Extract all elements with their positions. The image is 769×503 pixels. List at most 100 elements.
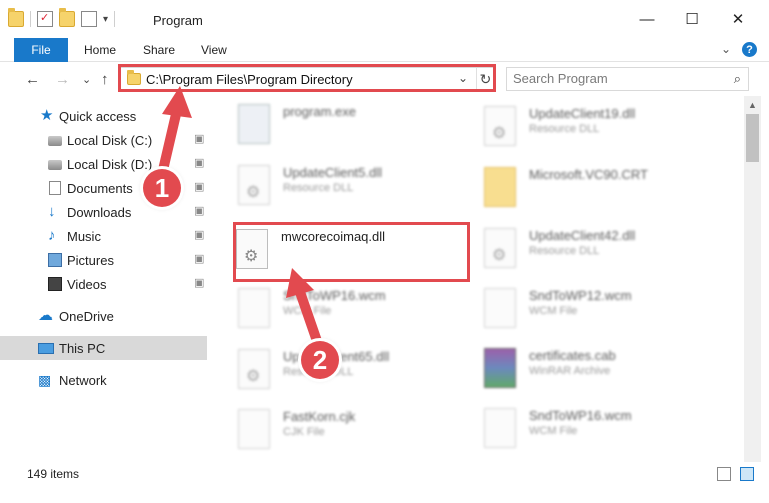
- sidebar-item-label: Documents: [67, 181, 133, 196]
- file-type: Resource DLL: [283, 182, 354, 194]
- forward-button[interactable]: →: [55, 71, 70, 88]
- list-item[interactable]: certificates.cab WinRAR Archive: [484, 342, 724, 400]
- pin-icon[interactable]: ▣: [194, 252, 204, 265]
- list-item[interactable]: SndToWP16.wcm WCM File: [238, 282, 478, 340]
- minimize-button[interactable]: —: [624, 0, 670, 38]
- details-view-icon[interactable]: [717, 467, 731, 481]
- tab-view[interactable]: View: [201, 43, 227, 57]
- tab-home[interactable]: Home: [84, 43, 116, 57]
- list-item[interactable]: UpdateClient65.dll Resource DLL: [238, 343, 478, 401]
- list-item[interactable]: Microsoft.VC90.CRT: [484, 161, 724, 219]
- file-type: Resource DLL: [529, 245, 600, 257]
- sidebar-item-label: Network: [59, 373, 107, 388]
- folder-icon: [484, 167, 516, 207]
- pin-icon[interactable]: ▣: [194, 204, 204, 217]
- status-bar: 149 items: [0, 462, 769, 486]
- search-input[interactable]: [513, 71, 713, 86]
- winrar-archive-icon: [484, 348, 516, 388]
- file-type: WCM File: [529, 305, 578, 317]
- list-item[interactable]: UpdateClient42.dll Resource DLL: [484, 222, 724, 280]
- generic-file-icon: [484, 288, 516, 328]
- generic-file-icon: [484, 408, 516, 448]
- list-item[interactable]: UpdateClient5.dll Resource DLL: [238, 159, 478, 217]
- videos-icon: [48, 277, 62, 291]
- dll-icon: [238, 349, 270, 389]
- item-count: 149 items: [27, 467, 80, 481]
- help-icon[interactable]: ?: [742, 42, 757, 57]
- file-name: Microsoft.VC90.CRT: [529, 167, 648, 182]
- network-icon: ▩: [38, 372, 52, 388]
- pin-icon[interactable]: ▣: [194, 276, 204, 289]
- documents-icon: [49, 181, 61, 195]
- tab-file[interactable]: File: [14, 38, 68, 62]
- scroll-thumb[interactable]: [746, 114, 759, 162]
- expand-ribbon-icon[interactable]: ⌄: [721, 42, 731, 56]
- up-button[interactable]: ↑: [101, 71, 109, 88]
- sidebar-item-videos[interactable]: Videos ▣: [0, 272, 207, 296]
- tab-share[interactable]: Share: [143, 43, 175, 57]
- list-item[interactable]: program.exe: [238, 98, 478, 156]
- address-bar-highlight: [118, 64, 496, 92]
- close-button[interactable]: ✕: [715, 0, 761, 38]
- sidebar-item-quick-access[interactable]: ★ Quick access: [0, 104, 207, 128]
- sidebar-item-label: Music: [67, 229, 101, 244]
- pin-icon[interactable]: ▣: [194, 180, 204, 193]
- folder-icon[interactable]: [8, 8, 24, 27]
- generic-file-icon: [238, 288, 270, 328]
- downloads-icon: ↓: [48, 203, 56, 220]
- list-item[interactable]: UpdateClient19.dll Resource DLL: [484, 100, 724, 158]
- sidebar-item-downloads[interactable]: ↓ Downloads ▣: [0, 200, 207, 224]
- dll-icon: [484, 106, 516, 146]
- sidebar-item-local-disk-c[interactable]: Local Disk (C:) ▣: [0, 128, 207, 152]
- sidebar-item-local-disk-d[interactable]: Local Disk (D:) ▣: [0, 152, 207, 176]
- sidebar-item-pictures[interactable]: Pictures ▣: [0, 248, 207, 272]
- large-icons-view-icon[interactable]: [740, 467, 754, 481]
- file-highlight: [233, 222, 470, 282]
- file-type: WCM File: [283, 305, 332, 317]
- pin-icon[interactable]: ▣: [194, 228, 204, 241]
- exe-icon: [238, 104, 270, 144]
- sidebar-item-label: Quick access: [59, 109, 137, 124]
- this-pc-icon: [38, 343, 54, 354]
- pin-icon[interactable]: ▣: [194, 132, 204, 145]
- disk-icon: [48, 160, 62, 170]
- file-type: WinRAR Archive: [529, 365, 611, 377]
- title-bar: ▾ Program — ☐ ✕: [0, 0, 769, 38]
- ribbon-tabs: File Home Share View ⌄ ?: [0, 38, 769, 62]
- file-name: SndToWP16.wcm: [529, 408, 632, 423]
- sidebar-item-this-pc[interactable]: This PC: [0, 336, 207, 360]
- pin-icon[interactable]: ▣: [194, 156, 204, 169]
- file-name: SndToWP16.wcm: [283, 288, 386, 303]
- back-button[interactable]: ←: [25, 71, 40, 88]
- vertical-scrollbar[interactable]: ▲: [744, 96, 761, 462]
- recent-locations-button[interactable]: ⌄: [82, 73, 91, 86]
- list-item[interactable]: SndToWP12.wcm WCM File: [484, 282, 724, 340]
- dll-icon: [484, 228, 516, 268]
- sidebar-item-label: OneDrive: [59, 309, 114, 324]
- sidebar-item-onedrive[interactable]: ☁ OneDrive: [0, 304, 207, 328]
- properties-icon[interactable]: [37, 11, 53, 27]
- list-item[interactable]: FastKorn.cjk CJK File: [238, 403, 478, 461]
- file-name: UpdateClient42.dll: [529, 228, 636, 243]
- sidebar-item-label: This PC: [59, 341, 106, 356]
- sidebar-item-music[interactable]: ♪ Music ▣: [0, 224, 207, 248]
- sidebar-item-network[interactable]: ▩ Network: [0, 368, 207, 392]
- music-icon: ♪: [48, 227, 56, 244]
- scroll-up-icon[interactable]: ▲: [744, 96, 761, 113]
- list-item[interactable]: SndToWP16.wcm WCM File: [484, 402, 724, 460]
- onedrive-icon: ☁: [38, 307, 53, 324]
- qat-dropdown-icon[interactable]: ▾: [103, 14, 108, 25]
- pictures-icon: [48, 253, 62, 267]
- toolbar-divider: [114, 11, 116, 27]
- search-icon[interactable]: ⌕: [734, 71, 741, 87]
- search-box[interactable]: ⌕: [506, 67, 749, 91]
- customize-icon[interactable]: [81, 11, 97, 27]
- sidebar-item-label: Pictures: [67, 253, 114, 268]
- maximize-button[interactable]: ☐: [669, 0, 715, 38]
- sidebar-item-label: Local Disk (D:): [67, 157, 153, 172]
- generic-file-icon: [238, 409, 270, 449]
- file-name: certificates.cab: [529, 348, 616, 363]
- sidebar-item-label: Downloads: [67, 205, 132, 220]
- quick-access-star-icon: ★: [40, 107, 54, 124]
- new-folder-icon[interactable]: [59, 8, 75, 27]
